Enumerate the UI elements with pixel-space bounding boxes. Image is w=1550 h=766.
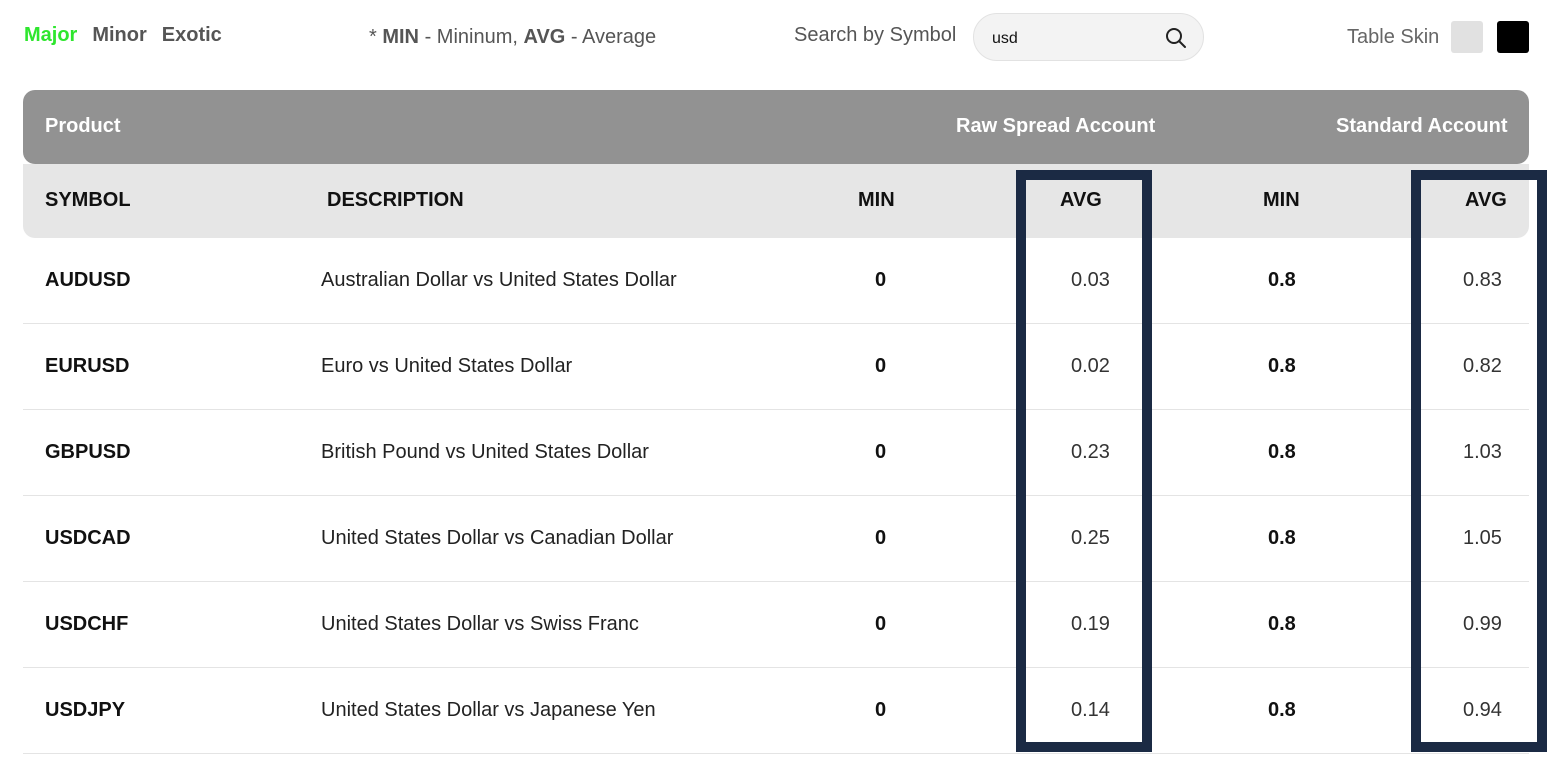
cell-std-min: 0.8	[1268, 355, 1296, 377]
table-row: EURUSD Euro vs United States Dollar 0 0.…	[23, 324, 1529, 410]
table-body: AUDUSD Australian Dollar vs United State…	[23, 238, 1529, 754]
cell-symbol: EURUSD	[45, 355, 130, 377]
cell-description: United States Dollar vs Canadian Dollar	[321, 527, 674, 549]
cell-description: United States Dollar vs Swiss Franc	[321, 613, 639, 635]
cell-raw-avg: 0.23	[1071, 441, 1110, 463]
tab-major[interactable]: Major	[24, 24, 77, 47]
legend-prefix: *	[369, 26, 383, 48]
cell-raw-min: 0	[875, 269, 887, 291]
col-raw-min: MIN	[858, 189, 895, 211]
table-row: GBPUSD British Pound vs United States Do…	[23, 410, 1529, 496]
table-column-header: SYMBOL DESCRIPTION MIN AVG MIN AVG	[23, 164, 1529, 238]
abbreviation-legend: * MIN - Mininum, AVG - Average	[369, 26, 656, 49]
table-row: AUDUSD Australian Dollar vs United State…	[23, 238, 1529, 324]
search-box	[973, 13, 1204, 61]
cell-symbol: USDJPY	[45, 699, 126, 721]
cell-description: Australian Dollar vs United States Dolla…	[321, 269, 677, 291]
cell-std-avg: 0.82	[1463, 355, 1502, 377]
cell-symbol: USDCHF	[45, 613, 129, 635]
raw-spread-account-header: Raw Spread Account	[956, 115, 1156, 137]
cell-std-avg: 0.83	[1463, 269, 1502, 291]
table-group-header: Product Raw Spread Account Standard Acco…	[23, 90, 1529, 164]
tab-minor[interactable]: Minor	[92, 24, 146, 47]
legend-min-key: MIN	[382, 26, 420, 48]
skin-dark-swatch[interactable]	[1497, 21, 1529, 53]
cell-raw-min: 0	[875, 527, 887, 549]
cell-std-min: 0.8	[1268, 527, 1296, 549]
legend-min-text: - Mininum,	[419, 26, 524, 48]
search-icon[interactable]	[1165, 27, 1187, 49]
table-row: USDCHF United States Dollar vs Swiss Fra…	[23, 582, 1529, 668]
cell-std-avg: 1.05	[1463, 527, 1502, 549]
cell-raw-min: 0	[875, 441, 887, 463]
cell-raw-avg: 0.03	[1071, 269, 1110, 291]
col-symbol: SYMBOL	[45, 189, 131, 211]
cell-std-avg: 0.99	[1463, 613, 1502, 635]
legend-avg-text: - Average	[565, 26, 657, 48]
table-skin-label: Table Skin	[1347, 26, 1440, 48]
standard-account-header: Standard Account	[1336, 115, 1508, 137]
cell-symbol: AUDUSD	[45, 269, 131, 291]
cell-symbol: USDCAD	[45, 527, 131, 549]
cell-raw-avg: 0.02	[1071, 355, 1110, 377]
cell-description: British Pound vs United States Dollar	[321, 441, 649, 463]
cell-std-min: 0.8	[1268, 613, 1296, 635]
legend-avg-key: AVG	[523, 26, 566, 48]
col-std-min: MIN	[1263, 189, 1300, 211]
tab-exotic[interactable]: Exotic	[162, 24, 222, 47]
cell-raw-avg: 0.14	[1071, 699, 1110, 721]
cell-symbol: GBPUSD	[45, 441, 131, 463]
cell-std-min: 0.8	[1268, 269, 1296, 291]
cell-raw-avg: 0.25	[1071, 527, 1110, 549]
product-header: Product	[45, 115, 121, 137]
cell-raw-min: 0	[875, 699, 887, 721]
table-row: USDCAD United States Dollar vs Canadian …	[23, 496, 1529, 582]
search-input[interactable]	[990, 26, 1154, 52]
cell-raw-min: 0	[875, 613, 887, 635]
col-std-avg: AVG	[1465, 189, 1507, 211]
search-label: Search by Symbol	[794, 24, 957, 46]
cell-std-avg: 1.03	[1463, 441, 1502, 463]
cell-description: Euro vs United States Dollar	[321, 355, 573, 377]
cell-description: United States Dollar vs Japanese Yen	[321, 699, 656, 721]
table-row: USDJPY United States Dollar vs Japanese …	[23, 668, 1529, 754]
cell-std-min: 0.8	[1268, 699, 1296, 721]
top-bar: Major Minor Exotic * MIN - Mininum, AVG …	[0, 0, 1550, 76]
cell-raw-avg: 0.19	[1071, 613, 1110, 635]
col-raw-avg: AVG	[1060, 189, 1102, 211]
cell-std-min: 0.8	[1268, 441, 1296, 463]
cell-raw-min: 0	[875, 355, 887, 377]
skin-light-swatch[interactable]	[1451, 21, 1483, 53]
cell-std-avg: 0.94	[1463, 699, 1502, 721]
col-description: DESCRIPTION	[327, 189, 464, 211]
category-tabs: Major Minor Exotic	[24, 24, 222, 47]
